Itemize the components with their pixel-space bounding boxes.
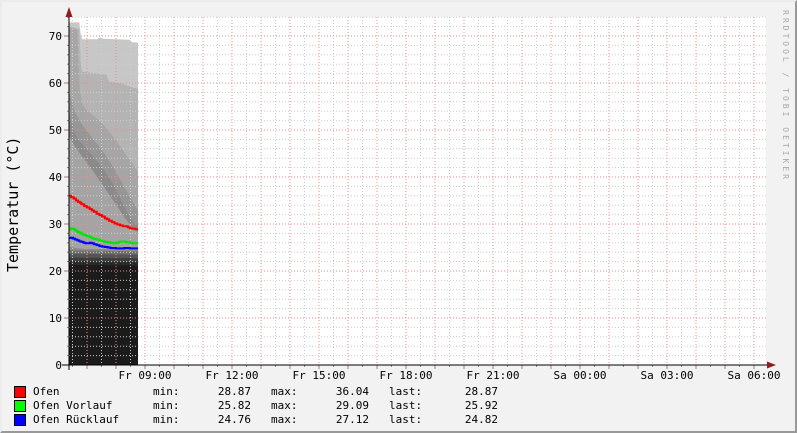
legend-last-value: 28.87: [423, 385, 498, 399]
y-tick-label: 30: [49, 218, 62, 231]
x-tick-label: Fr 18:00: [380, 369, 433, 382]
x-tick-label: Fr 15:00: [293, 369, 346, 382]
legend-max-value: 36.04: [298, 385, 369, 399]
temperature-chart: 0 10 20 30 40 50 60 70 Fr 09:00 Fr 12:00 Fr 15:00 F…: [2, 2, 795, 431]
legend-swatch-ofen-vorlauf: [14, 400, 26, 412]
legend-min-value: 25.82: [180, 399, 251, 413]
x-axis-arrow: [767, 362, 776, 369]
y-axis-arrow: [66, 7, 73, 17]
x-tick-label: Sa 03:00: [641, 369, 694, 382]
legend-swatch-ofen: [14, 386, 26, 398]
y-tick-label: 60: [49, 77, 62, 90]
legend-last-value: 24.82: [423, 413, 498, 427]
legend-last-value: 25.92: [423, 399, 498, 413]
legend-last-label: last:: [389, 413, 423, 427]
x-tick-label: Sa 00:00: [554, 369, 607, 382]
legend-min-label: min:: [153, 413, 180, 427]
legend-last-label: last:: [389, 399, 423, 413]
y-tick-label: 20: [49, 265, 62, 278]
legend-min-label: min:: [153, 399, 180, 413]
legend-max-value: 27.12: [298, 413, 369, 427]
legend-series-name: Ofen Rücklauf: [33, 413, 153, 427]
legend-row-ofen: Ofen min: 28.87 max: 36.04 last: 28.87: [14, 385, 498, 399]
legend-row-ofen-ruecklauf: Ofen Rücklauf min: 24.76 max: 27.12 last…: [14, 413, 498, 427]
legend-row-ofen-vorlauf: Ofen Vorlauf min: 25.82 max: 29.09 last:…: [14, 399, 498, 413]
legend-max-label: max:: [271, 413, 298, 427]
legend-min-value: 24.76: [180, 413, 251, 427]
y-tick-label: 10: [49, 312, 62, 325]
y-tick-label: 40: [49, 171, 62, 184]
legend-max-value: 29.09: [298, 399, 369, 413]
legend: Ofen min: 28.87 max: 36.04 last: 28.87 O…: [14, 385, 498, 427]
x-tick-label: Fr 09:00: [119, 369, 172, 382]
y-tick-label: 70: [49, 30, 62, 43]
legend-max-label: max:: [271, 399, 298, 413]
x-tick-label: Fr 12:00: [206, 369, 259, 382]
y-tick-label: 50: [49, 124, 62, 137]
x-tick-label: Sa 06:00: [728, 369, 781, 382]
legend-max-label: max:: [271, 385, 298, 399]
legend-min-value: 28.87: [180, 385, 251, 399]
x-tick-label: Fr 21:00: [467, 369, 520, 382]
legend-swatch-ofen-ruecklauf: [14, 414, 26, 426]
rrdtool-graph-window: 0 10 20 30 40 50 60 70 Fr 09:00 Fr 12:00 Fr 15:00 F…: [0, 0, 797, 433]
area-shade-12: [69, 265, 138, 365]
y-tick-label: 0: [55, 359, 62, 372]
legend-min-label: min:: [153, 385, 180, 399]
rrdtool-watermark: RRDTOOL / TOBI OETIKER: [781, 10, 790, 182]
legend-series-name: Ofen: [33, 385, 153, 399]
legend-series-name: Ofen Vorlauf: [33, 399, 153, 413]
legend-last-label: last:: [389, 385, 423, 399]
y-axis-title: Temperatur (°C): [4, 116, 22, 292]
